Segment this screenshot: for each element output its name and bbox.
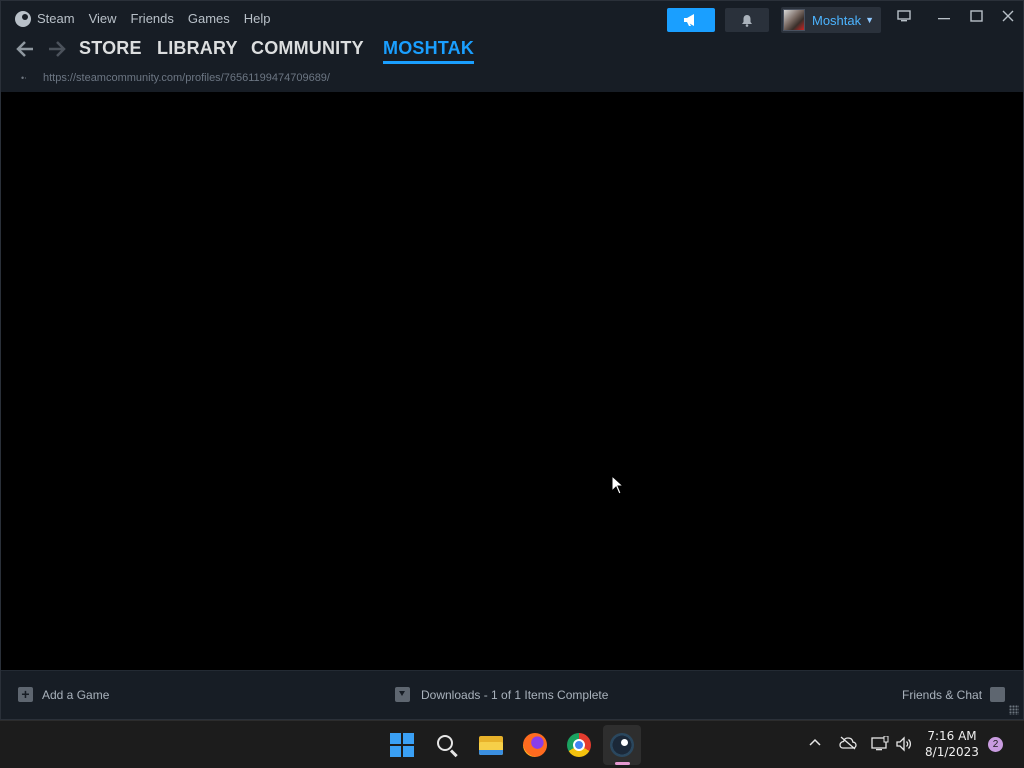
friends-icon — [990, 687, 1006, 702]
menu-friends[interactable]: Friends — [131, 10, 174, 28]
file-explorer-button[interactable] — [479, 733, 503, 757]
clock-date: 8/1/2023 — [925, 745, 979, 759]
account-menu-button[interactable]: Moshtak ▼ — [781, 7, 881, 33]
loading-spinner-icon: •⋅ — [21, 73, 28, 83]
maximize-icon — [969, 10, 983, 22]
title-bar: Steam View Friends Games Help Moshtak ▼ — [1, 1, 1023, 37]
volume-icon — [896, 736, 912, 752]
downloads-button[interactable]: Downloads - 1 of 1 Items Complete — [395, 687, 608, 702]
megaphone-icon — [684, 14, 694, 26]
arrow-right-icon — [49, 41, 66, 57]
network-tray-button[interactable] — [871, 735, 889, 755]
resize-grip-icon[interactable] — [1009, 705, 1019, 715]
monitor-icon — [897, 10, 911, 22]
url-text[interactable]: https://steamcommunity.com/profiles/7656… — [43, 72, 330, 84]
account-username: Moshtak — [812, 12, 862, 28]
back-button[interactable] — [15, 39, 35, 64]
minimize-button[interactable] — [933, 7, 955, 29]
mouse-cursor-icon — [611, 475, 625, 495]
close-button[interactable] — [997, 7, 1019, 29]
close-icon — [1002, 10, 1014, 22]
menu-bar: Steam View Friends Games Help — [15, 10, 285, 28]
notification-badge[interactable]: 2 — [988, 737, 1003, 752]
avatar — [783, 9, 805, 31]
network-icon — [871, 735, 889, 751]
tab-library[interactable]: LIBRARY — [157, 38, 238, 59]
volume-tray-button[interactable] — [895, 736, 913, 755]
downloads-label: Downloads - 1 of 1 Items Complete — [421, 687, 609, 702]
big-picture-button[interactable] — [893, 7, 915, 29]
steam-icon[interactable] — [610, 733, 634, 757]
friends-chat-button[interactable]: Friends & Chat — [902, 687, 1006, 702]
plus-icon: + — [18, 687, 33, 702]
start-button[interactable] — [390, 733, 414, 757]
arrow-left-icon — [16, 41, 33, 57]
taskbar: 7:16 AM 8/1/2023 2 — [0, 720, 1024, 768]
announcements-button[interactable] — [667, 8, 715, 32]
steam-logo-icon — [15, 11, 31, 27]
minimize-icon — [938, 18, 950, 20]
firefox-icon[interactable] — [523, 733, 547, 757]
menu-games[interactable]: Games — [188, 10, 230, 28]
add-game-button[interactable]: + Add a Game — [18, 687, 109, 702]
active-app-indicator — [615, 762, 630, 765]
download-icon — [395, 687, 410, 702]
tab-profile[interactable]: MOSHTAK — [383, 38, 475, 64]
menu-steam[interactable]: Steam — [15, 10, 75, 28]
clock[interactable]: 7:16 AM 8/1/2023 — [922, 728, 982, 760]
nav-bar: STORE LIBRARY COMMUNITY MOSHTAK — [1, 37, 1023, 67]
menu-steam-label: Steam — [37, 11, 75, 26]
tab-community[interactable]: COMMUNITY — [251, 38, 364, 59]
maximize-button[interactable] — [965, 7, 987, 29]
onedrive-tray-button[interactable] — [839, 736, 857, 753]
friends-chat-label: Friends & Chat — [902, 687, 983, 702]
menu-help[interactable]: Help — [244, 10, 271, 28]
search-button[interactable] — [435, 733, 459, 758]
chevron-down-icon: ▼ — [865, 15, 875, 25]
address-bar: •⋅ https://steamcommunity.com/profiles/7… — [1, 67, 1023, 91]
show-hidden-icons-button[interactable] — [808, 736, 822, 753]
bottom-bar: + Add a Game Downloads - 1 of 1 Items Co… — [1, 670, 1023, 719]
forward-button[interactable] — [47, 39, 67, 64]
search-icon — [437, 735, 453, 751]
windows-logo-icon — [390, 733, 401, 744]
add-game-label: Add a Game — [42, 687, 110, 702]
web-content-area[interactable] — [1, 92, 1023, 670]
cloud-off-icon — [839, 736, 857, 750]
tab-store[interactable]: STORE — [79, 38, 142, 59]
clock-time: 7:16 AM — [927, 729, 977, 743]
chevron-up-icon — [809, 738, 821, 746]
chrome-icon[interactable] — [567, 733, 591, 757]
steam-window: Steam View Friends Games Help Moshtak ▼ — [0, 0, 1024, 720]
menu-view[interactable]: View — [89, 10, 117, 28]
bell-icon — [742, 14, 752, 27]
notifications-button[interactable] — [725, 8, 769, 32]
